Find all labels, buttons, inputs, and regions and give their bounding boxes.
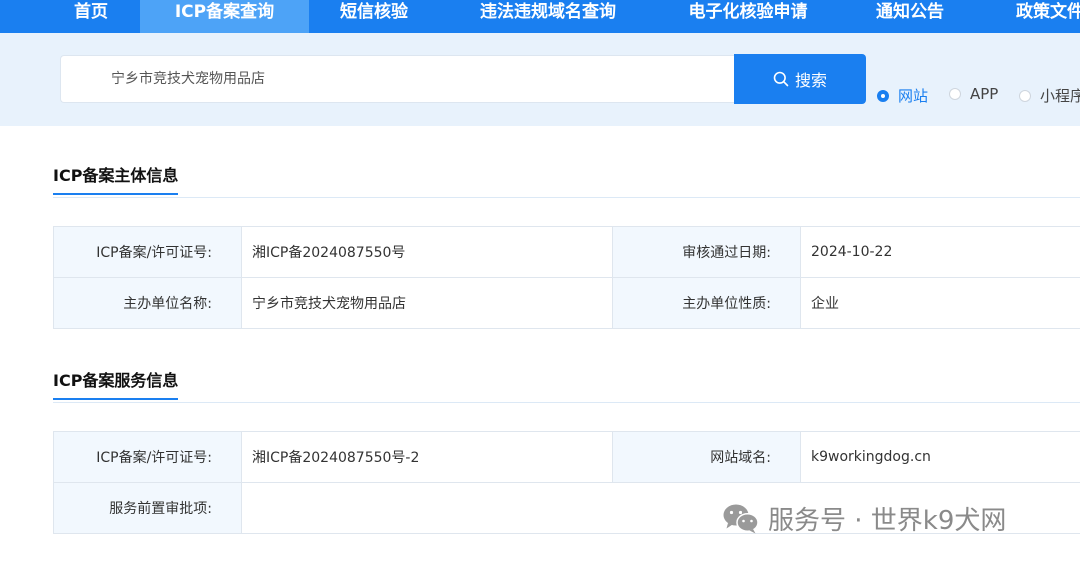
radio-dot-checked: [877, 89, 889, 102]
organizer-type-value: 企业: [800, 277, 1080, 329]
search-button-label: 搜索: [794, 71, 827, 90]
service-license-label: ICP备案/许可证号:: [53, 431, 242, 483]
search-icon: [773, 71, 789, 87]
radio-app[interactable]: APP: [949, 85, 998, 103]
radio-dot: [949, 88, 961, 100]
website-domain-label: 网站域名:: [612, 431, 801, 483]
approval-date-value: 2024-10-22: [800, 226, 1080, 278]
nav-item-policies[interactable]: 政策文件: [1000, 0, 1080, 33]
watermark-text: 服务号 · 世界k9犬网: [768, 506, 1007, 536]
icp-license-label: ICP备案/许可证号:: [53, 226, 242, 278]
section-title-subject-info: ICP备案主体信息: [53, 162, 179, 195]
radio-label-website: 网站: [898, 87, 929, 105]
approval-date-label: 审核通过日期:: [612, 226, 801, 278]
nav-item-illegal-domain-query[interactable]: 违法违规域名查询: [462, 0, 634, 33]
search-button[interactable]: 搜索: [734, 54, 866, 104]
radio-website[interactable]: 网站: [877, 85, 928, 106]
table-row: 主办单位名称: 宁乡市竞技犬宠物用品店 主办单位性质: 企业: [53, 277, 1080, 329]
nav-item-notices[interactable]: 通知公告: [860, 0, 960, 33]
table-row: ICP备案/许可证号: 湘ICP备2024087550号 审核通过日期: 202…: [53, 226, 1080, 278]
pre-approval-label: 服务前置审批项:: [53, 482, 242, 534]
nav-item-sms-verify[interactable]: 短信核验: [318, 0, 430, 33]
nav-item-icp-query[interactable]: ICP备案查询: [140, 0, 309, 33]
radio-mini-program[interactable]: 小程序: [1019, 85, 1080, 106]
section-divider: [53, 402, 1080, 403]
nav-item-e-verify-apply[interactable]: 电子化核验申请: [668, 0, 828, 33]
wechat-watermark: 服务号 · 世界k9犬网: [722, 500, 1006, 537]
nav-item-home[interactable]: 首页: [54, 0, 128, 33]
table-row: ICP备案/许可证号: 湘ICP备2024087550号-2 网站域名: k9w…: [53, 431, 1080, 483]
search-band: 宁乡市竞技犬宠物用品店 搜索 网站 APP 小程序: [0, 33, 1080, 126]
organizer-name-label: 主办单位名称:: [53, 277, 242, 329]
wechat-icon: [723, 504, 759, 533]
website-domain-value: k9workingdog.cn: [800, 431, 1080, 483]
radio-label-app: APP: [970, 85, 999, 103]
top-nav: 首页 ICP备案查询 短信核验 违法违规域名查询 电子化核验申请 通知公告 政策…: [0, 0, 1080, 33]
radio-label-mini-program: 小程序: [1040, 87, 1080, 105]
section-title-service-info: ICP备案服务信息: [53, 367, 179, 400]
organizer-type-label: 主办单位性质:: [612, 277, 801, 329]
service-license-value: 湘ICP备2024087550号-2: [241, 431, 613, 483]
subject-info-table: ICP备案/许可证号: 湘ICP备2024087550号 审核通过日期: 202…: [53, 226, 1080, 329]
section-divider: [53, 197, 1080, 198]
organizer-name-value: 宁乡市竞技犬宠物用品店: [241, 277, 613, 329]
icp-license-value: 湘ICP备2024087550号: [241, 226, 613, 278]
search-input[interactable]: 宁乡市竞技犬宠物用品店: [60, 55, 734, 103]
radio-dot: [1019, 89, 1031, 102]
